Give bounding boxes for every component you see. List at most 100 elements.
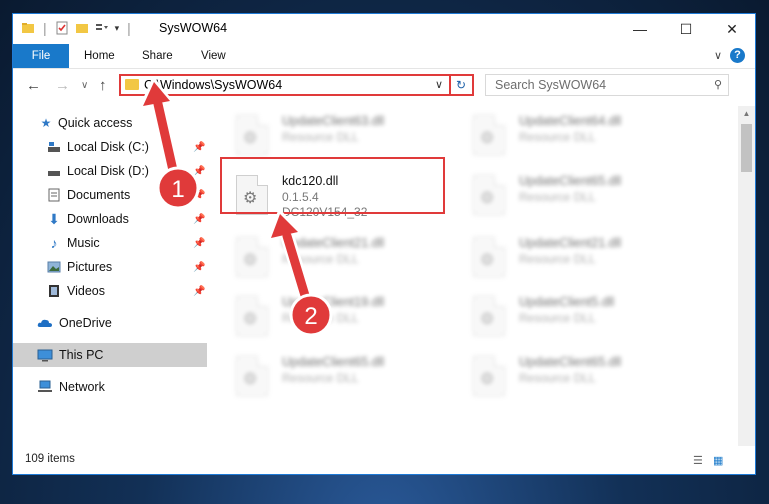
- pin-icon[interactable]: 📌: [193, 190, 205, 201]
- sidebar-item-label: Downloads: [67, 212, 129, 226]
- folder-icon[interactable]: [21, 21, 35, 35]
- file-tile[interactable]: ⚙ UpdateClient19.dll Resource DLL: [236, 293, 446, 347]
- address-path[interactable]: C:\Windows\SysWOW64: [144, 78, 282, 92]
- sidebar-item-videos[interactable]: Videos 📌: [13, 279, 207, 303]
- tab-file[interactable]: File: [13, 44, 69, 68]
- search-input[interactable]: Search SysWOW64 ⚲: [485, 74, 729, 96]
- sidebar-item-label: Local Disk (C:): [67, 140, 149, 154]
- dll-file-icon: ⚙: [473, 115, 505, 155]
- cloud-icon: [37, 315, 53, 331]
- sidebar-item-music[interactable]: ♪ Music 📌: [13, 231, 207, 255]
- file-description: Resource DLL: [519, 252, 596, 266]
- pin-icon[interactable]: 📌: [193, 214, 205, 225]
- music-icon: ♪: [50, 235, 58, 251]
- network-icon: [37, 379, 53, 395]
- gear-icon: ⚙: [243, 371, 258, 388]
- details-view-icon[interactable]: ☰: [693, 454, 703, 467]
- file-name: UpdateClient64.dll: [519, 114, 622, 128]
- gear-icon: ⚙: [243, 252, 258, 269]
- file-tile[interactable]: ⚙ UpdateClient5.dll Resource DLL: [473, 293, 683, 347]
- file-name: UpdateClient65.dll: [282, 355, 385, 369]
- back-button[interactable]: ←: [26, 77, 41, 94]
- sidebar-item-documents[interactable]: Documents 📌: [13, 183, 207, 207]
- forward-button[interactable]: →: [55, 77, 70, 94]
- search-icon[interactable]: ⚲: [714, 78, 722, 91]
- file-description: Resource DLL: [519, 371, 596, 385]
- file-tile[interactable]: ⚙ UpdateClient21.dll Resource DLL: [236, 234, 446, 288]
- chevron-down-icon[interactable]: ∨: [435, 78, 443, 91]
- drive-icon: [46, 163, 62, 179]
- file-explorer-window: | ▾ | SysWOW64 — ☐ ✕ File Home Share Vie…: [12, 13, 756, 475]
- vertical-scrollbar[interactable]: ▲: [738, 106, 755, 446]
- properties-icon[interactable]: [55, 21, 69, 35]
- pin-icon[interactable]: 📌: [193, 142, 205, 153]
- sidebar-item-quick-access[interactable]: ★ Quick access: [13, 111, 207, 135]
- recent-locations-button[interactable]: ∨: [81, 80, 88, 91]
- pin-icon[interactable]: 📌: [193, 262, 205, 273]
- chevron-down-icon[interactable]: ∨: [714, 49, 722, 62]
- tab-share[interactable]: Share: [142, 44, 173, 68]
- sidebar-item-onedrive[interactable]: OneDrive: [13, 311, 207, 335]
- sidebar-item-local-disk-d[interactable]: Local Disk (D:) 📌: [13, 159, 207, 183]
- window-controls: — ☐ ✕: [617, 14, 755, 44]
- tab-home[interactable]: Home: [84, 44, 115, 68]
- search-placeholder: Search SysWOW64: [495, 78, 607, 92]
- file-tile[interactable]: ⚙ UpdateClient21.dll Resource DLL: [473, 234, 683, 288]
- scroll-thumb[interactable]: [741, 124, 752, 172]
- file-description: Resource DLL: [519, 311, 596, 325]
- status-bar: 109 items ☰ ▦: [13, 444, 755, 474]
- sidebar-item-label: Documents: [67, 188, 131, 202]
- gear-icon: ⚙: [480, 311, 495, 328]
- sidebar-item-label: Network: [59, 380, 105, 394]
- file-tile[interactable]: ⚙ UpdateClient65.dll Resource DLL: [473, 172, 683, 226]
- sidebar-item-label: Music: [67, 236, 100, 250]
- refresh-icon[interactable]: ↻: [449, 76, 471, 94]
- address-bar[interactable]: C:\Windows\SysWOW64 ∨ ↻: [119, 74, 474, 96]
- large-icons-view-icon[interactable]: ▦: [713, 454, 723, 467]
- new-folder-icon[interactable]: [75, 21, 89, 35]
- up-button[interactable]: ↑: [99, 77, 107, 94]
- computer-icon: [37, 347, 53, 363]
- title-bar: | ▾ | SysWOW64 — ☐ ✕: [13, 14, 755, 44]
- help-icon[interactable]: ?: [730, 48, 745, 63]
- gear-icon: ⚙: [243, 311, 258, 328]
- quick-access-toolbar: | ▾ |: [21, 20, 133, 36]
- sidebar-item-this-pc[interactable]: This PC: [13, 343, 207, 367]
- sidebar-item-pictures[interactable]: Pictures 📌: [13, 255, 207, 279]
- dll-file-icon: ⚙: [473, 237, 505, 277]
- file-description: Resource DLL: [282, 371, 359, 385]
- customize-toolbar-icon[interactable]: [95, 21, 109, 35]
- download-icon: ⬇: [48, 210, 60, 227]
- sidebar-item-label: OneDrive: [59, 316, 112, 330]
- pin-icon[interactable]: 📌: [193, 286, 205, 297]
- file-name: UpdateClient5.dll: [519, 295, 615, 309]
- sidebar-item-label: Pictures: [67, 260, 113, 274]
- toolbar-dropdown-icon[interactable]: ▾: [115, 23, 120, 34]
- file-description: Resource DLL: [282, 252, 359, 266]
- close-button[interactable]: ✕: [709, 14, 755, 44]
- sidebar-item-label: This PC: [59, 348, 104, 362]
- tab-view[interactable]: View: [201, 44, 226, 68]
- sidebar-item-network[interactable]: Network: [13, 375, 207, 399]
- pin-icon[interactable]: 📌: [193, 238, 205, 249]
- scroll-up-icon[interactable]: ▲: [738, 106, 755, 122]
- sidebar-item-label: Videos: [67, 284, 105, 298]
- file-tile[interactable]: ⚙ UpdateClient65.dll Resource DLL: [236, 353, 446, 407]
- pin-icon[interactable]: 📌: [193, 166, 205, 177]
- minimize-button[interactable]: —: [617, 14, 663, 44]
- ribbon-tabs: File Home Share View ∨ ?: [13, 44, 755, 69]
- drive-icon: [46, 139, 62, 155]
- star-icon: ★: [40, 116, 52, 130]
- file-tile[interactable]: ⚙ UpdateClient65.dll Resource DLL: [473, 353, 683, 407]
- gear-icon: ⚙: [480, 371, 495, 388]
- dll-file-icon: ⚙: [236, 115, 268, 155]
- file-name: UpdateClient65.dll: [519, 174, 622, 188]
- maximize-button[interactable]: ☐: [663, 14, 709, 44]
- sidebar-item-downloads[interactable]: ⬇ Downloads 📌: [13, 207, 207, 231]
- file-highlight-box: [220, 157, 445, 214]
- file-tile[interactable]: ⚙ UpdateClient64.dll Resource DLL: [473, 112, 683, 166]
- dll-file-icon: ⚙: [236, 296, 268, 336]
- sidebar-item-label: Local Disk (D:): [67, 164, 149, 178]
- sidebar-item-local-disk-c[interactable]: Local Disk (C:) 📌: [13, 135, 207, 159]
- sidebar-item-label: Quick access: [58, 116, 133, 130]
